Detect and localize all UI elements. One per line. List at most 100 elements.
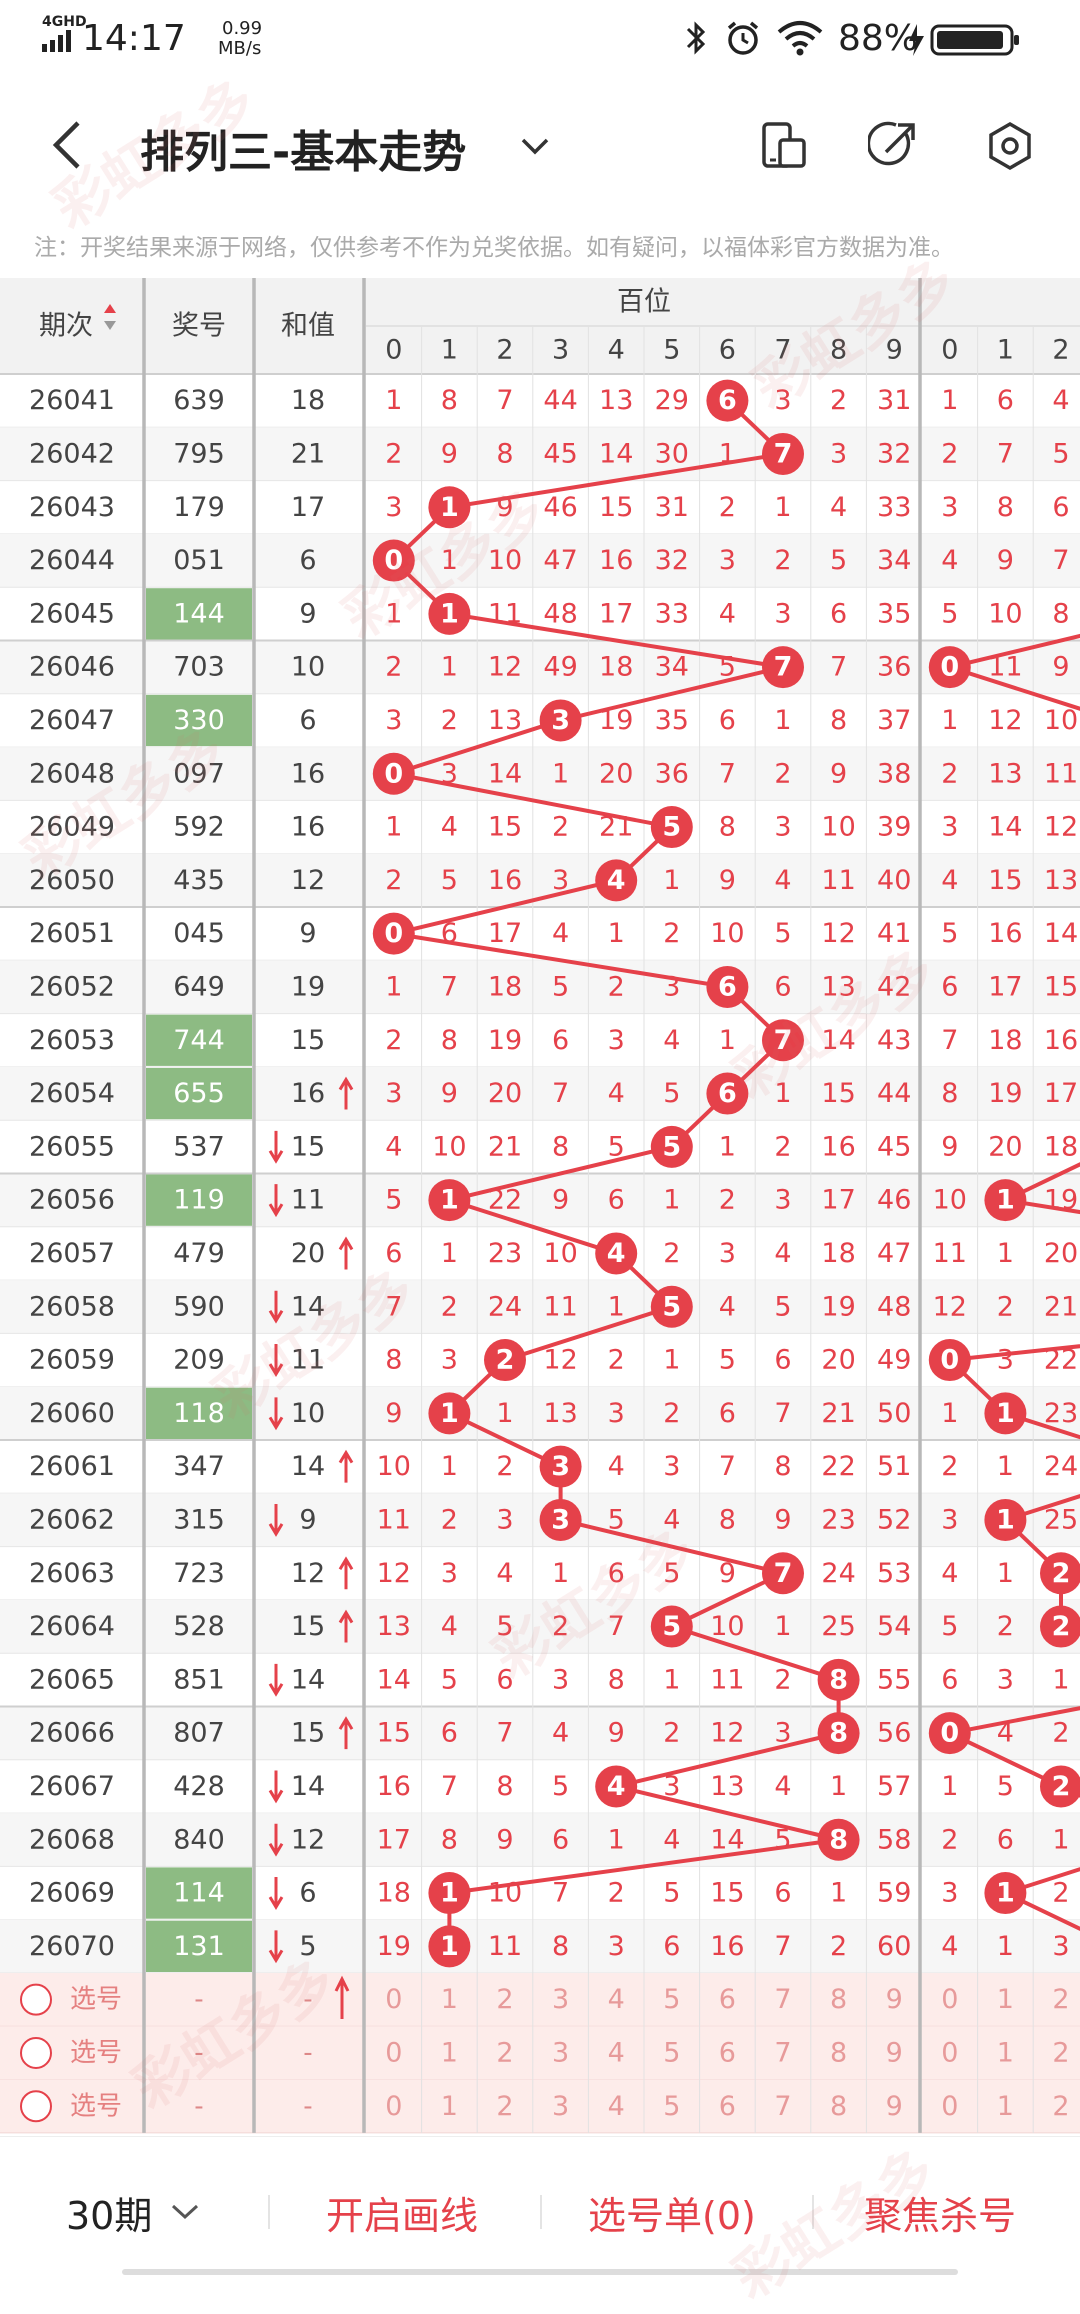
omission-cell: 46 <box>543 492 577 523</box>
omission-cell: 1 <box>941 1398 958 1429</box>
period-cell: 26057 <box>29 1238 115 1269</box>
radio-button[interactable] <box>20 1983 52 2016</box>
period-cell: 26041 <box>29 385 115 416</box>
omission-cell: 2 <box>941 438 958 469</box>
omission-cell: 14 <box>377 1664 411 1695</box>
chevron-down-icon[interactable] <box>170 2203 200 2225</box>
omission-cell: 2 <box>941 758 958 789</box>
select-digit: 9 <box>886 2037 903 2068</box>
select-digit: 5 <box>663 2091 680 2122</box>
omission-cell: 2 <box>663 918 680 949</box>
omission-cell: 4 <box>663 1824 680 1855</box>
digit-header: 9 <box>886 335 903 366</box>
hundreds-ball-digit: 4 <box>607 1771 626 1802</box>
omission-cell: 6 <box>774 1345 791 1376</box>
sum-cell: 16 <box>291 812 325 843</box>
hundreds-ball-digit: 5 <box>662 812 681 843</box>
omission-cell: 4 <box>608 1078 625 1109</box>
omission-cell: 6 <box>663 1931 680 1962</box>
number-cell: 330 <box>173 705 225 736</box>
tens-ball-digit: 0 <box>940 1345 959 1376</box>
select-digit: 4 <box>608 1984 625 2015</box>
omission-cell: 20 <box>988 1131 1022 1162</box>
hundreds-ball-digit: 7 <box>774 1558 793 1589</box>
omission-cell: 1 <box>830 1878 847 1909</box>
omission-cell: 4 <box>774 1238 791 1269</box>
omission-cell: 6 <box>608 1185 625 1216</box>
hundreds-ball-digit: 8 <box>829 1824 848 1855</box>
number-cell: 590 <box>173 1291 225 1322</box>
omission-cell: 23 <box>821 1504 855 1535</box>
select-digit: 2 <box>496 1984 513 2015</box>
col-sum-header: 和值 <box>281 311 335 342</box>
omission-cell: 2 <box>663 1718 680 1749</box>
omission-cell: 17 <box>599 598 633 629</box>
sum-cell: 10 <box>291 652 325 683</box>
omission-cell: 24 <box>821 1558 855 1589</box>
omission-cell: 18 <box>488 971 522 1002</box>
select-tens-digit: 0 <box>941 1984 958 2015</box>
select-tens-digit: 0 <box>941 2037 958 2068</box>
sum-cell: 9 <box>299 1504 316 1535</box>
select-label: 选号 <box>70 2038 122 2068</box>
select-tens-digit: 0 <box>941 2091 958 2122</box>
omission-cell: 8 <box>441 1025 458 1056</box>
omission-cell: 1 <box>385 598 402 629</box>
select-row[interactable] <box>0 1973 1080 2027</box>
omission-cell: 5 <box>830 545 847 576</box>
omission-cell: 5 <box>552 1771 569 1802</box>
omission-cell: 1 <box>774 705 791 736</box>
select-tens-digit: 1 <box>997 2037 1014 2068</box>
omission-cell: 4 <box>941 545 958 576</box>
hundreds-ball-digit: 4 <box>607 1238 626 1269</box>
omission-cell: 11 <box>1044 758 1078 789</box>
share-icon[interactable] <box>866 120 918 174</box>
back-icon[interactable] <box>52 120 82 174</box>
row-stripe <box>0 1813 1080 1867</box>
select-row[interactable] <box>0 2026 1080 2080</box>
tens-ball-digit: 0 <box>940 652 959 683</box>
page-title[interactable]: 排列三-基本走势 <box>140 116 466 180</box>
omission-cell: 1 <box>385 385 402 416</box>
omission-cell: 8 <box>496 1771 513 1802</box>
omission-cell: 12 <box>543 1345 577 1376</box>
focus-kill-button[interactable]: 聚焦杀号 <box>864 2185 1016 2240</box>
omission-cell: 19 <box>821 1291 855 1322</box>
radio-button[interactable] <box>20 2090 52 2123</box>
period-cell: 26064 <box>29 1611 115 1642</box>
select-number: - <box>194 2091 203 2121</box>
sum-cell: 12 <box>291 1824 325 1855</box>
select-tens-digit: 2 <box>1052 2091 1069 2122</box>
net-speed-unit: MB/s <box>218 38 262 59</box>
radio-button[interactable] <box>20 2036 52 2069</box>
omission-cell: 15 <box>988 865 1022 896</box>
select-tens-digit: 1 <box>997 2091 1014 2122</box>
settings-icon[interactable] <box>984 120 1036 176</box>
select-label: 选号 <box>70 2091 122 2121</box>
omission-cell: 1 <box>830 1771 847 1802</box>
sum-cell: 18 <box>291 385 325 416</box>
omission-cell: 6 <box>774 1878 791 1909</box>
device-switch-icon[interactable] <box>760 120 808 174</box>
omission-cell: 4 <box>385 1131 402 1162</box>
selection-list-button[interactable]: 选号单(0) <box>588 2185 756 2240</box>
chevron-down-icon[interactable] <box>520 136 550 160</box>
select-row[interactable] <box>0 2079 1080 2133</box>
omission-cell: 22 <box>821 1451 855 1482</box>
omission-cell: 20 <box>821 1345 855 1376</box>
period-cell: 26042 <box>29 438 115 469</box>
draw-line-button[interactable]: 开启画线 <box>326 2185 478 2240</box>
select-digit: 3 <box>552 2091 569 2122</box>
select-sum: - <box>303 2091 312 2121</box>
period-cell: 26050 <box>29 865 115 896</box>
period-cell: 26043 <box>29 492 115 523</box>
omission-cell: 6 <box>608 1558 625 1589</box>
omission-cell: 1 <box>496 1398 513 1429</box>
trend-grid-svg[interactable]: 期次 奖号 和值百位0 1 2 3 4 5 6 7 8 9 0 1 226041 639 1826042 795 2… <box>0 278 1080 2134</box>
period-cell: 26065 <box>29 1664 115 1695</box>
select-digit: 6 <box>719 1984 736 2015</box>
omission-cell: 1 <box>719 1131 736 1162</box>
period-selector[interactable]: 30期 <box>66 2185 152 2240</box>
period-cell: 26059 <box>29 1345 115 1376</box>
trend-chart[interactable]: 期次 奖号 和值 百位 0 1 2 3 4 5 6 7 8 9 0 1 2 26041 639 18 26042 795 2… <box>0 278 1080 2134</box>
